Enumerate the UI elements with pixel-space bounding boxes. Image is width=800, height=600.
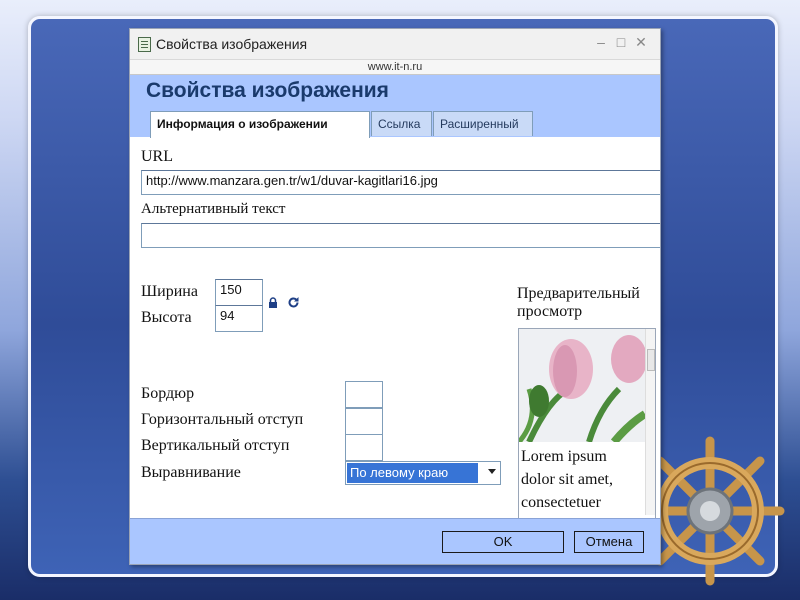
cancel-button[interactable]: Отмена [574, 531, 644, 553]
vertical-scroll-thumb[interactable] [647, 349, 655, 371]
dialog-footer: OK Отмена [130, 518, 660, 564]
preview-image [519, 329, 645, 442]
dialog-heading: Свойства изображения [146, 79, 389, 102]
maximize-icon[interactable]: □ [612, 34, 630, 50]
align-selected-value: По левому краю [347, 463, 478, 483]
url-caption: www.it-n.ru [130, 60, 660, 75]
align-select[interactable]: По левому краю [345, 461, 501, 485]
window-title: Свойства изображения [156, 36, 308, 52]
title-bar: Свойства изображения – □ ✕ [130, 29, 660, 60]
preview-label: Предварительный просмотр [517, 285, 640, 321]
preview-label-line1: Предварительный [517, 285, 640, 302]
ok-button[interactable]: OK [442, 531, 564, 553]
header-band: Свойства изображения Информация о изобра… [130, 75, 660, 138]
alt-text-input[interactable] [141, 223, 660, 248]
align-label: Выравнивание [141, 464, 241, 481]
image-properties-dialog: Свойства изображения – □ ✕ www.it-n.ru С… [129, 28, 661, 565]
height-label: Высота [141, 309, 192, 326]
preview-sample-text: Lorem ipsum dolor sit amet, consectetuer [521, 448, 613, 511]
url-label: URL [141, 148, 173, 165]
tab-advanced[interactable]: Расширенный [433, 111, 533, 136]
document-icon [138, 37, 151, 52]
preview-label-line2: просмотр [517, 303, 583, 320]
chevron-down-icon[interactable] [488, 469, 496, 474]
hspace-label: Горизонтальный отступ [141, 411, 304, 428]
lock-icon[interactable] [268, 297, 278, 309]
preview-pane[interactable]: Lorem ipsum dolor sit amet, consectetuer… [518, 328, 656, 518]
vspace-input[interactable] [345, 434, 383, 461]
close-icon[interactable]: ✕ [632, 34, 650, 51]
tab-link[interactable]: Ссылка [371, 111, 432, 136]
width-label: Ширина [141, 283, 198, 300]
tab-image-info[interactable]: Информация о изображении [150, 111, 370, 138]
minimize-icon[interactable]: – [592, 34, 610, 50]
url-input[interactable]: http://www.manzara.gen.tr/w1/duvar-kagit… [141, 170, 660, 195]
preview-vertical-scrollbar[interactable] [645, 329, 655, 515]
border-label: Бордюр [141, 385, 195, 402]
reset-size-icon[interactable] [287, 296, 300, 309]
dialog-content: Свойства изображения Информация о изобра… [130, 75, 660, 518]
vspace-label: Вертикальный отступ [141, 437, 290, 454]
hspace-input[interactable] [345, 408, 383, 435]
width-input[interactable]: 150 [215, 279, 263, 306]
border-input[interactable] [345, 381, 383, 408]
alt-text-label: Альтернативный текст [141, 201, 286, 217]
height-input[interactable]: 94 [215, 305, 263, 332]
